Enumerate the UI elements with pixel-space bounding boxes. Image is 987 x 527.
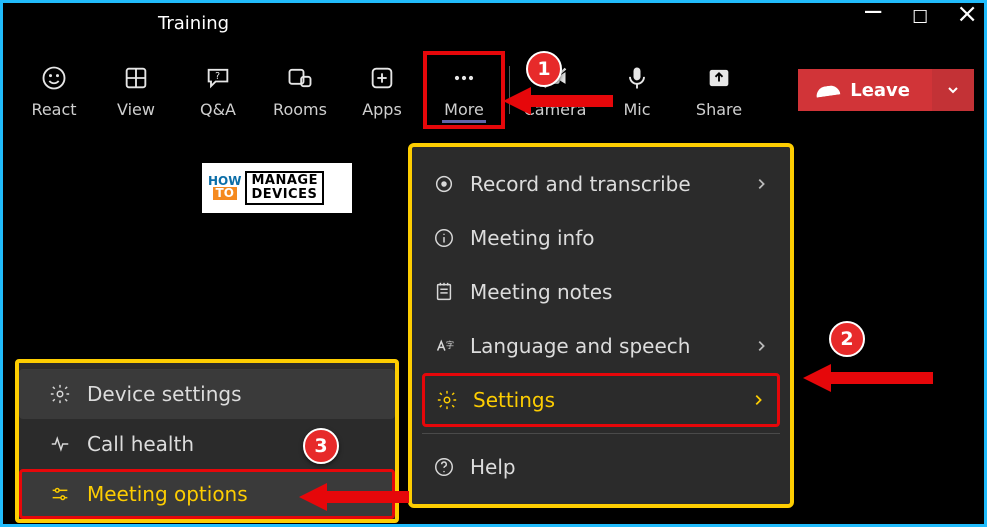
logo-devices: DEVICES	[251, 188, 318, 202]
react-label: React	[31, 100, 76, 119]
menu-record-transcribe[interactable]: Record and transcribe	[422, 157, 780, 211]
language-icon: 字	[432, 335, 456, 357]
menu-notes-label: Meeting notes	[470, 280, 768, 304]
mic-label: Mic	[623, 100, 650, 119]
smiley-icon	[40, 62, 68, 94]
gear-icon	[435, 389, 459, 411]
qa-button[interactable]: ? Q&A	[177, 51, 259, 129]
menu-settings-label: Settings	[473, 388, 737, 412]
more-button[interactable]: More	[423, 51, 505, 129]
callout-badge-2: 2	[829, 321, 865, 357]
sliders-icon	[49, 483, 71, 505]
submenu-health-label: Call health	[87, 432, 194, 456]
chevron-right-icon	[754, 339, 768, 353]
callout-badge-3: 3	[303, 428, 339, 464]
rooms-button[interactable]: Rooms	[259, 51, 341, 129]
view-button[interactable]: View	[95, 51, 177, 129]
leave-dropdown-button[interactable]	[932, 69, 974, 111]
submenu-device-settings[interactable]: Device settings	[19, 369, 395, 419]
menu-info-label: Meeting info	[470, 226, 768, 250]
logo-to: TO	[213, 187, 237, 200]
svg-text:字: 字	[446, 340, 454, 350]
window-title: Training	[158, 13, 229, 34]
more-active-indicator	[442, 120, 486, 123]
qa-label: Q&A	[200, 100, 236, 119]
submenu-device-label: Device settings	[87, 382, 242, 406]
apps-icon	[368, 62, 396, 94]
annotation-arrow-3	[299, 479, 409, 519]
menu-record-label: Record and transcribe	[470, 172, 740, 196]
mic-icon	[623, 62, 651, 94]
leave-label: Leave	[850, 80, 910, 101]
info-icon	[432, 227, 456, 249]
more-ellipsis-icon	[450, 62, 478, 94]
menu-help-label: Help	[470, 455, 768, 479]
rooms-label: Rooms	[273, 100, 327, 119]
chevron-right-icon	[754, 177, 768, 191]
react-button[interactable]: React	[13, 51, 95, 129]
window-controls: − ☐ ×	[862, 7, 978, 28]
health-icon	[49, 433, 71, 455]
help-icon	[432, 456, 456, 478]
title-bar: Training − ☐ ×	[3, 3, 984, 43]
menu-meeting-notes[interactable]: Meeting notes	[422, 265, 780, 319]
minimize-button[interactable]: −	[862, 2, 884, 22]
menu-language-label: Language and speech	[470, 334, 740, 358]
record-icon	[432, 173, 456, 195]
share-button[interactable]: Share	[678, 51, 760, 129]
menu-help[interactable]: Help	[422, 440, 780, 494]
apps-label: Apps	[362, 100, 402, 119]
hangup-icon	[816, 84, 841, 99]
chevron-right-icon	[751, 393, 765, 407]
leave-button[interactable]: Leave	[798, 69, 932, 111]
submenu-meeting-options-label: Meeting options	[87, 482, 248, 506]
callout-badge-1: 1	[526, 51, 562, 87]
logo-manage: MANAGE	[251, 174, 318, 188]
maximize-button[interactable]: ☐	[912, 7, 928, 28]
grid-icon	[122, 62, 150, 94]
notes-icon	[432, 281, 456, 303]
more-label: More	[444, 100, 484, 119]
menu-settings[interactable]: Settings	[422, 373, 780, 427]
menu-meeting-info[interactable]: Meeting info	[422, 211, 780, 265]
leave-split-button: Leave	[798, 69, 974, 111]
rooms-icon	[286, 62, 314, 94]
annotation-arrow-1	[503, 83, 613, 123]
menu-language-speech[interactable]: 字 Language and speech	[422, 319, 780, 373]
more-menu: Record and transcribe Meeting info Meeti…	[408, 143, 794, 508]
share-icon	[705, 62, 733, 94]
view-label: View	[117, 100, 155, 119]
gear-icon	[49, 383, 71, 405]
svg-text:?: ?	[215, 71, 220, 82]
watermark-logo: HOW TO MANAGE DEVICES	[202, 163, 352, 213]
qa-icon: ?	[204, 62, 232, 94]
menu-separator	[422, 433, 780, 434]
close-button[interactable]: ×	[956, 4, 978, 24]
annotation-arrow-2	[803, 360, 933, 400]
apps-button[interactable]: Apps	[341, 51, 423, 129]
share-label: Share	[696, 100, 742, 119]
meeting-toolbar: React View ? Q&A Rooms Apps More	[3, 43, 984, 133]
